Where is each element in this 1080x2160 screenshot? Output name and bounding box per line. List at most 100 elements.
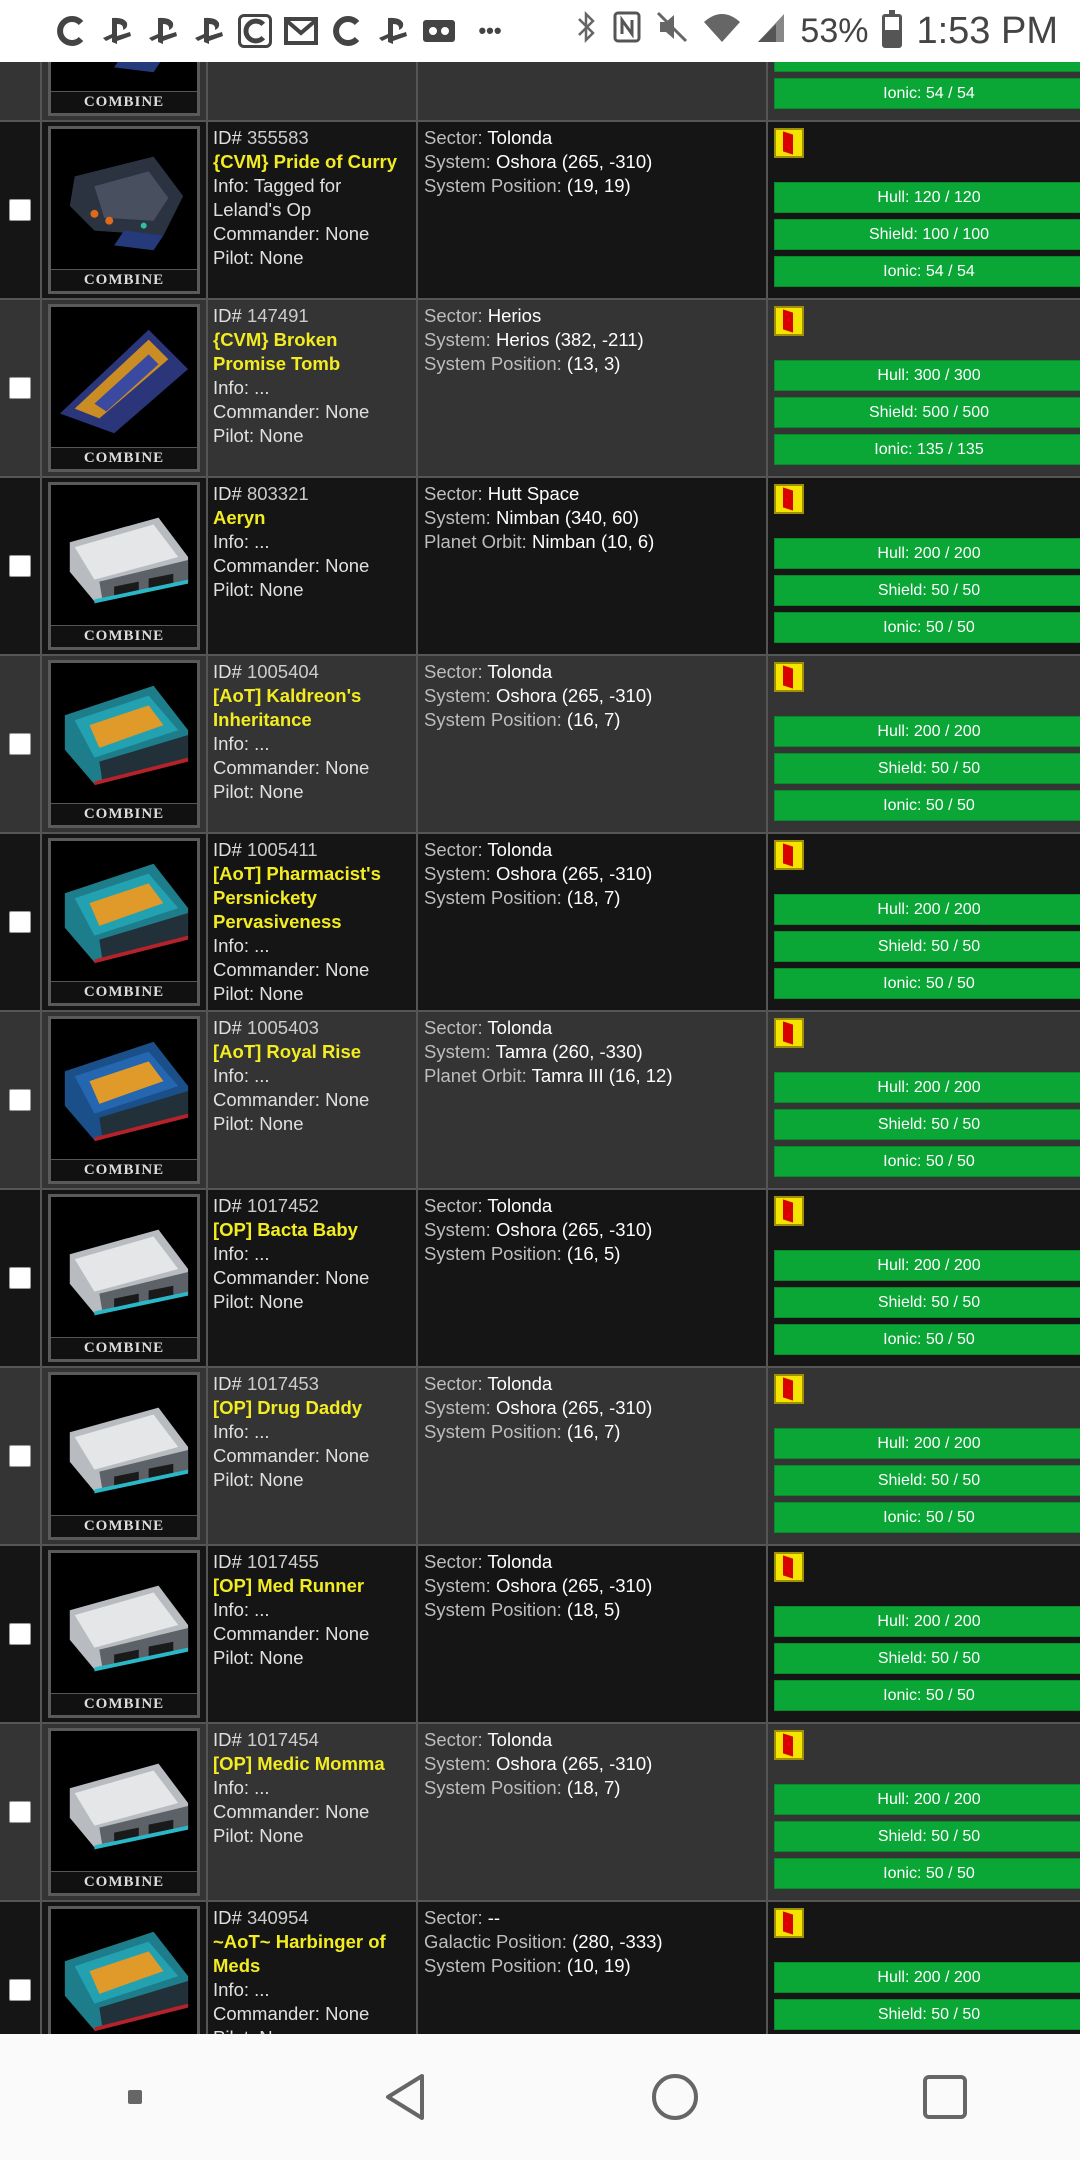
ship-commander: Commander: None: [213, 1623, 370, 1644]
ship-image[interactable]: COMBINE: [48, 1728, 200, 1896]
location-line: System: Oshora (265, -310): [424, 684, 760, 708]
location-value: --: [487, 1907, 501, 1928]
select-checkbox[interactable]: [9, 733, 31, 755]
select-checkbox[interactable]: [9, 1801, 31, 1823]
select-cell: [0, 1902, 42, 2034]
location-value: (13, 3): [566, 353, 621, 374]
ship-info-cell: ID# 1005404 [AoT] Kaldreon's Inheritance I…: [208, 656, 418, 832]
overview-dot-button[interactable]: [100, 2062, 170, 2132]
voicemail-icon: [422, 14, 456, 48]
ship-name-link[interactable]: [OP] Medic Momma: [213, 1752, 411, 1776]
select-checkbox[interactable]: [9, 377, 31, 399]
location-line: System Position: (16, 7): [424, 708, 760, 732]
ship-image[interactable]: COMBINE: [48, 482, 200, 650]
flag-icon[interactable]: [774, 662, 804, 692]
ship-name-link[interactable]: [AoT] Royal Rise: [213, 1040, 411, 1064]
ship-image[interactable]: COMBINE: [48, 1194, 200, 1362]
select-checkbox[interactable]: [9, 1623, 31, 1645]
flag-icon[interactable]: [774, 1552, 804, 1582]
image-cell: COMBINE: [42, 1724, 208, 1900]
location-line: System: Tamra (260, -330): [424, 1040, 760, 1064]
location-line: System: Oshora (265, -310): [424, 1396, 760, 1420]
flag-icon[interactable]: [774, 1908, 804, 1938]
location-value: Oshora (265, -310): [495, 151, 653, 172]
ship-image[interactable]: COMBINE: [48, 660, 200, 828]
ship-name-link[interactable]: [AoT] Kaldreon's Inheritance: [213, 684, 411, 732]
location-value: Nimban (10, 6): [531, 531, 655, 552]
location-cell: Sector: Tolonda System: Oshora (265, -310…: [418, 1546, 768, 1722]
select-checkbox[interactable]: [9, 911, 31, 933]
location-label: Sector:: [424, 661, 483, 682]
location-label: Sector:: [424, 1373, 483, 1394]
location-label: Sector:: [424, 305, 483, 326]
select-cell: [0, 834, 42, 1010]
flag-icon[interactable]: [774, 1374, 804, 1404]
select-cell: [0, 1368, 42, 1544]
ship-image[interactable]: COMBINE: [48, 62, 200, 116]
ship-image[interactable]: COMBINE: [48, 1550, 200, 1718]
ship-name-link[interactable]: [OP] Drug Daddy: [213, 1396, 411, 1420]
flag-icon[interactable]: [774, 1730, 804, 1760]
flag-icon[interactable]: [774, 306, 804, 336]
stats-cell: Hull: 200 / 200 Shield: 50 / 50 Ionic: 50 …: [768, 1012, 1080, 1188]
location-label: Galactic Position:: [424, 1931, 567, 1952]
hull-bar: Hull: 300 / 300: [774, 360, 1080, 391]
location-label: System:: [424, 1575, 491, 1596]
location-label: System:: [424, 151, 491, 172]
combine-logo: COMBINE: [51, 91, 197, 113]
ship-name-link[interactable]: {CVM} Pride of Curry: [213, 150, 411, 174]
location-line: Planet Orbit: Tamra III (16, 12): [424, 1064, 760, 1088]
flag-icon[interactable]: [774, 484, 804, 514]
ship-image[interactable]: COMBINE: [48, 838, 200, 1006]
select-checkbox[interactable]: [9, 1089, 31, 1111]
recents-icon[interactable]: [910, 2062, 980, 2132]
select-checkbox[interactable]: [9, 199, 31, 221]
ship-pilot: Pilot: None: [213, 1469, 304, 1490]
hull-bar: Hull: 200 / 200: [774, 716, 1080, 747]
select-cell: [0, 122, 42, 298]
location-label: System:: [424, 1397, 491, 1418]
ship-commander: Commander: None: [213, 401, 370, 422]
ionic-bar: Ionic: 135 / 135: [774, 434, 1080, 465]
flag-icon[interactable]: [774, 1196, 804, 1226]
image-cell: COMBINE: [42, 1012, 208, 1188]
ship-name-link[interactable]: ~AoT~ Harbinger of Meds: [213, 1930, 411, 1978]
location-value: Tolonda: [487, 1017, 553, 1038]
ship-name-link[interactable]: {CVM} Broken Promise Tomb: [213, 328, 411, 376]
location-line: System Position: (10, 19): [424, 1954, 760, 1978]
ship-name-link[interactable]: [OP] Med Runner: [213, 1574, 411, 1598]
select-checkbox[interactable]: [9, 555, 31, 577]
location-label: System Position:: [424, 1955, 562, 1976]
ship-row: COMBINE ID# 1017454 [OP] Medic Momma Info: …: [0, 1724, 1080, 1902]
image-cell: COMBINE: [42, 1190, 208, 1366]
status-bar: ••• 53% 1:53 PM: [0, 0, 1080, 62]
back-icon[interactable]: [370, 2062, 440, 2132]
select-cell: [0, 1190, 42, 1366]
ship-pilot: Pilot: None: [213, 247, 304, 268]
ship-image[interactable]: COMBINE: [48, 126, 200, 294]
location-line: System: Oshora (265, -310): [424, 1574, 760, 1598]
location-label: Planet Orbit:: [424, 1065, 527, 1086]
ship-name-link[interactable]: [OP] Bacta Baby: [213, 1218, 411, 1242]
ship-name-link[interactable]: [AoT] Pharmacist's Persnickety Pervasive…: [213, 862, 411, 934]
ship-image[interactable]: COMBINE: [48, 1016, 200, 1184]
select-checkbox[interactable]: [9, 1267, 31, 1289]
location-value: (18, 7): [566, 1777, 621, 1798]
location-label: Sector:: [424, 1729, 483, 1750]
location-line: Galactic Position: (280, -333): [424, 1930, 760, 1954]
ship-image[interactable]: COMBINE: [48, 1372, 200, 1540]
location-value: Herios: [487, 305, 542, 326]
ship-image[interactable]: COMBINE: [48, 1906, 200, 2034]
location-cell: Sector: Tolonda System: Oshora (265, -310…: [418, 1368, 768, 1544]
flag-icon[interactable]: [774, 1018, 804, 1048]
flag-icon[interactable]: [774, 128, 804, 158]
flag-icon[interactable]: [774, 840, 804, 870]
select-checkbox[interactable]: [9, 1979, 31, 2001]
ship-info: Info: ...: [213, 1777, 270, 1798]
select-checkbox[interactable]: [9, 1445, 31, 1467]
home-icon[interactable]: [640, 2062, 710, 2132]
location-value: (19, 19): [566, 175, 631, 196]
ship-name-link[interactable]: Aeryn: [213, 506, 411, 530]
location-value: Oshora (265, -310): [495, 1575, 653, 1596]
ship-image[interactable]: COMBINE: [48, 304, 200, 472]
